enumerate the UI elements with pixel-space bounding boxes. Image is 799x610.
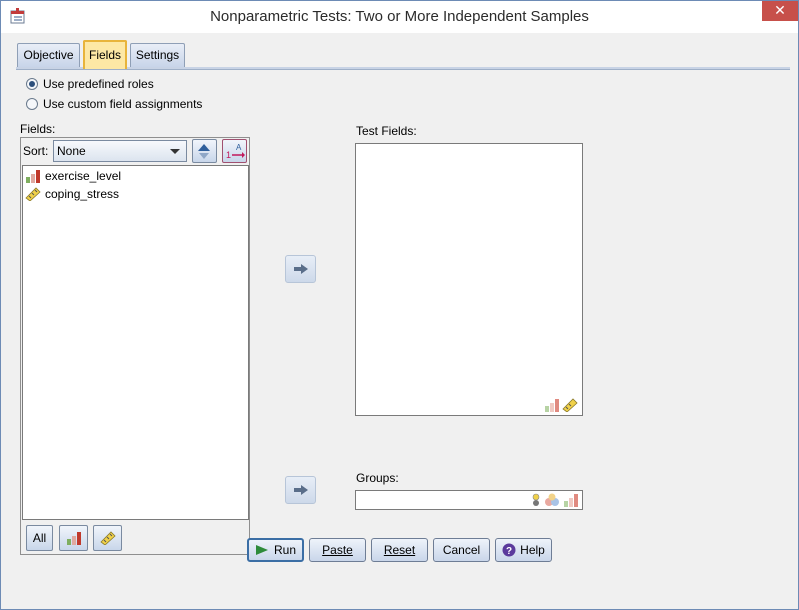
arrow-right-icon <box>293 264 308 274</box>
svg-text:?: ? <box>506 546 512 557</box>
fields-panel: Sort: None A 1 exercise_level coping_str… <box>20 137 250 555</box>
fields-list[interactable]: exercise_level coping_stress <box>22 165 249 520</box>
sort-ascending-button[interactable] <box>192 139 217 163</box>
reset-button[interactable]: Reset <box>371 538 428 562</box>
field-name: coping_stress <box>45 187 120 201</box>
field-name: exercise_level <box>45 169 122 183</box>
chevron-down-icon <box>170 149 180 154</box>
close-button[interactable]: ✕ <box>762 1 798 21</box>
dialog-body: Objective Fields Settings Use predefined… <box>8 33 791 604</box>
move-to-groups-button[interactable] <box>285 476 316 504</box>
tab-divider <box>16 67 790 70</box>
window-title: Nonparametric Tests: Two or More Indepen… <box>210 8 589 25</box>
svg-text:1: 1 <box>226 150 231 160</box>
paste-label: Paste <box>322 543 353 557</box>
run-button[interactable]: Run <box>247 538 304 562</box>
test-fields-list[interactable] <box>355 143 583 416</box>
sort-up-down-icon <box>198 144 210 159</box>
scale-ruler-icon <box>25 187 41 201</box>
dialog-window: Nonparametric Tests: Two or More Indepen… <box>0 0 799 610</box>
sort-dropdown[interactable]: None <box>53 140 187 162</box>
cancel-button[interactable]: Cancel <box>433 538 490 562</box>
sort-label: Sort: <box>23 144 49 158</box>
tab-strip: Objective Fields Settings <box>17 40 787 69</box>
tab-fields[interactable]: Fields <box>83 40 127 69</box>
arrow-right-icon <box>293 485 308 495</box>
filter-all-button[interactable]: All <box>26 525 53 551</box>
scale-ruler-icon <box>99 531 116 545</box>
predefined-roles-option[interactable]: Use predefined roles <box>26 75 154 93</box>
filter-ordinal-button[interactable] <box>59 525 88 551</box>
ordinal-bar-icon <box>564 494 578 507</box>
play-icon <box>255 545 268 555</box>
ordinal-bar-icon <box>545 399 559 412</box>
filter-all-label: All <box>32 531 47 545</box>
help-button[interactable]: ? Help <box>495 538 552 562</box>
ordinal-bar-icon <box>66 532 81 545</box>
set-circles-icon <box>545 493 559 506</box>
title-bar: Nonparametric Tests: Two or More Indepen… <box>1 1 798 33</box>
list-item[interactable]: exercise_level <box>25 167 121 185</box>
tab-settings[interactable]: Settings <box>130 43 185 68</box>
predefined-roles-radio[interactable] <box>26 78 38 90</box>
sort-alpha-button[interactable]: A 1 <box>222 139 247 163</box>
help-icon: ? <box>502 543 516 557</box>
run-label: Run <box>273 543 296 557</box>
custom-assignments-option[interactable]: Use custom field assignments <box>26 95 202 113</box>
fields-label: Fields: <box>20 122 56 136</box>
reset-label: Reset <box>383 543 416 557</box>
sort-value: None <box>57 144 86 158</box>
paste-button[interactable]: Paste <box>309 538 366 562</box>
custom-assignments-label: Use custom field assignments <box>43 97 203 111</box>
move-to-test-fields-button[interactable] <box>285 255 316 283</box>
predefined-roles-label: Use predefined roles <box>43 77 154 91</box>
groups-label: Groups: <box>356 471 399 485</box>
tab-objective[interactable]: Objective <box>17 43 80 68</box>
groups-field[interactable] <box>355 490 583 510</box>
sort-alpha-icon: A 1 <box>226 143 245 160</box>
help-label: Help <box>520 543 545 557</box>
scale-ruler-icon <box>562 398 578 412</box>
test-fields-label: Test Fields: <box>356 124 417 138</box>
cancel-label: Cancel <box>442 543 481 557</box>
ordinal-bar-icon <box>26 170 40 183</box>
nominal-icon <box>532 493 540 506</box>
custom-assignments-radio[interactable] <box>26 98 38 110</box>
svg-text:A: A <box>236 143 242 152</box>
list-item[interactable]: coping_stress <box>25 185 119 203</box>
filter-scale-button[interactable] <box>93 525 122 551</box>
